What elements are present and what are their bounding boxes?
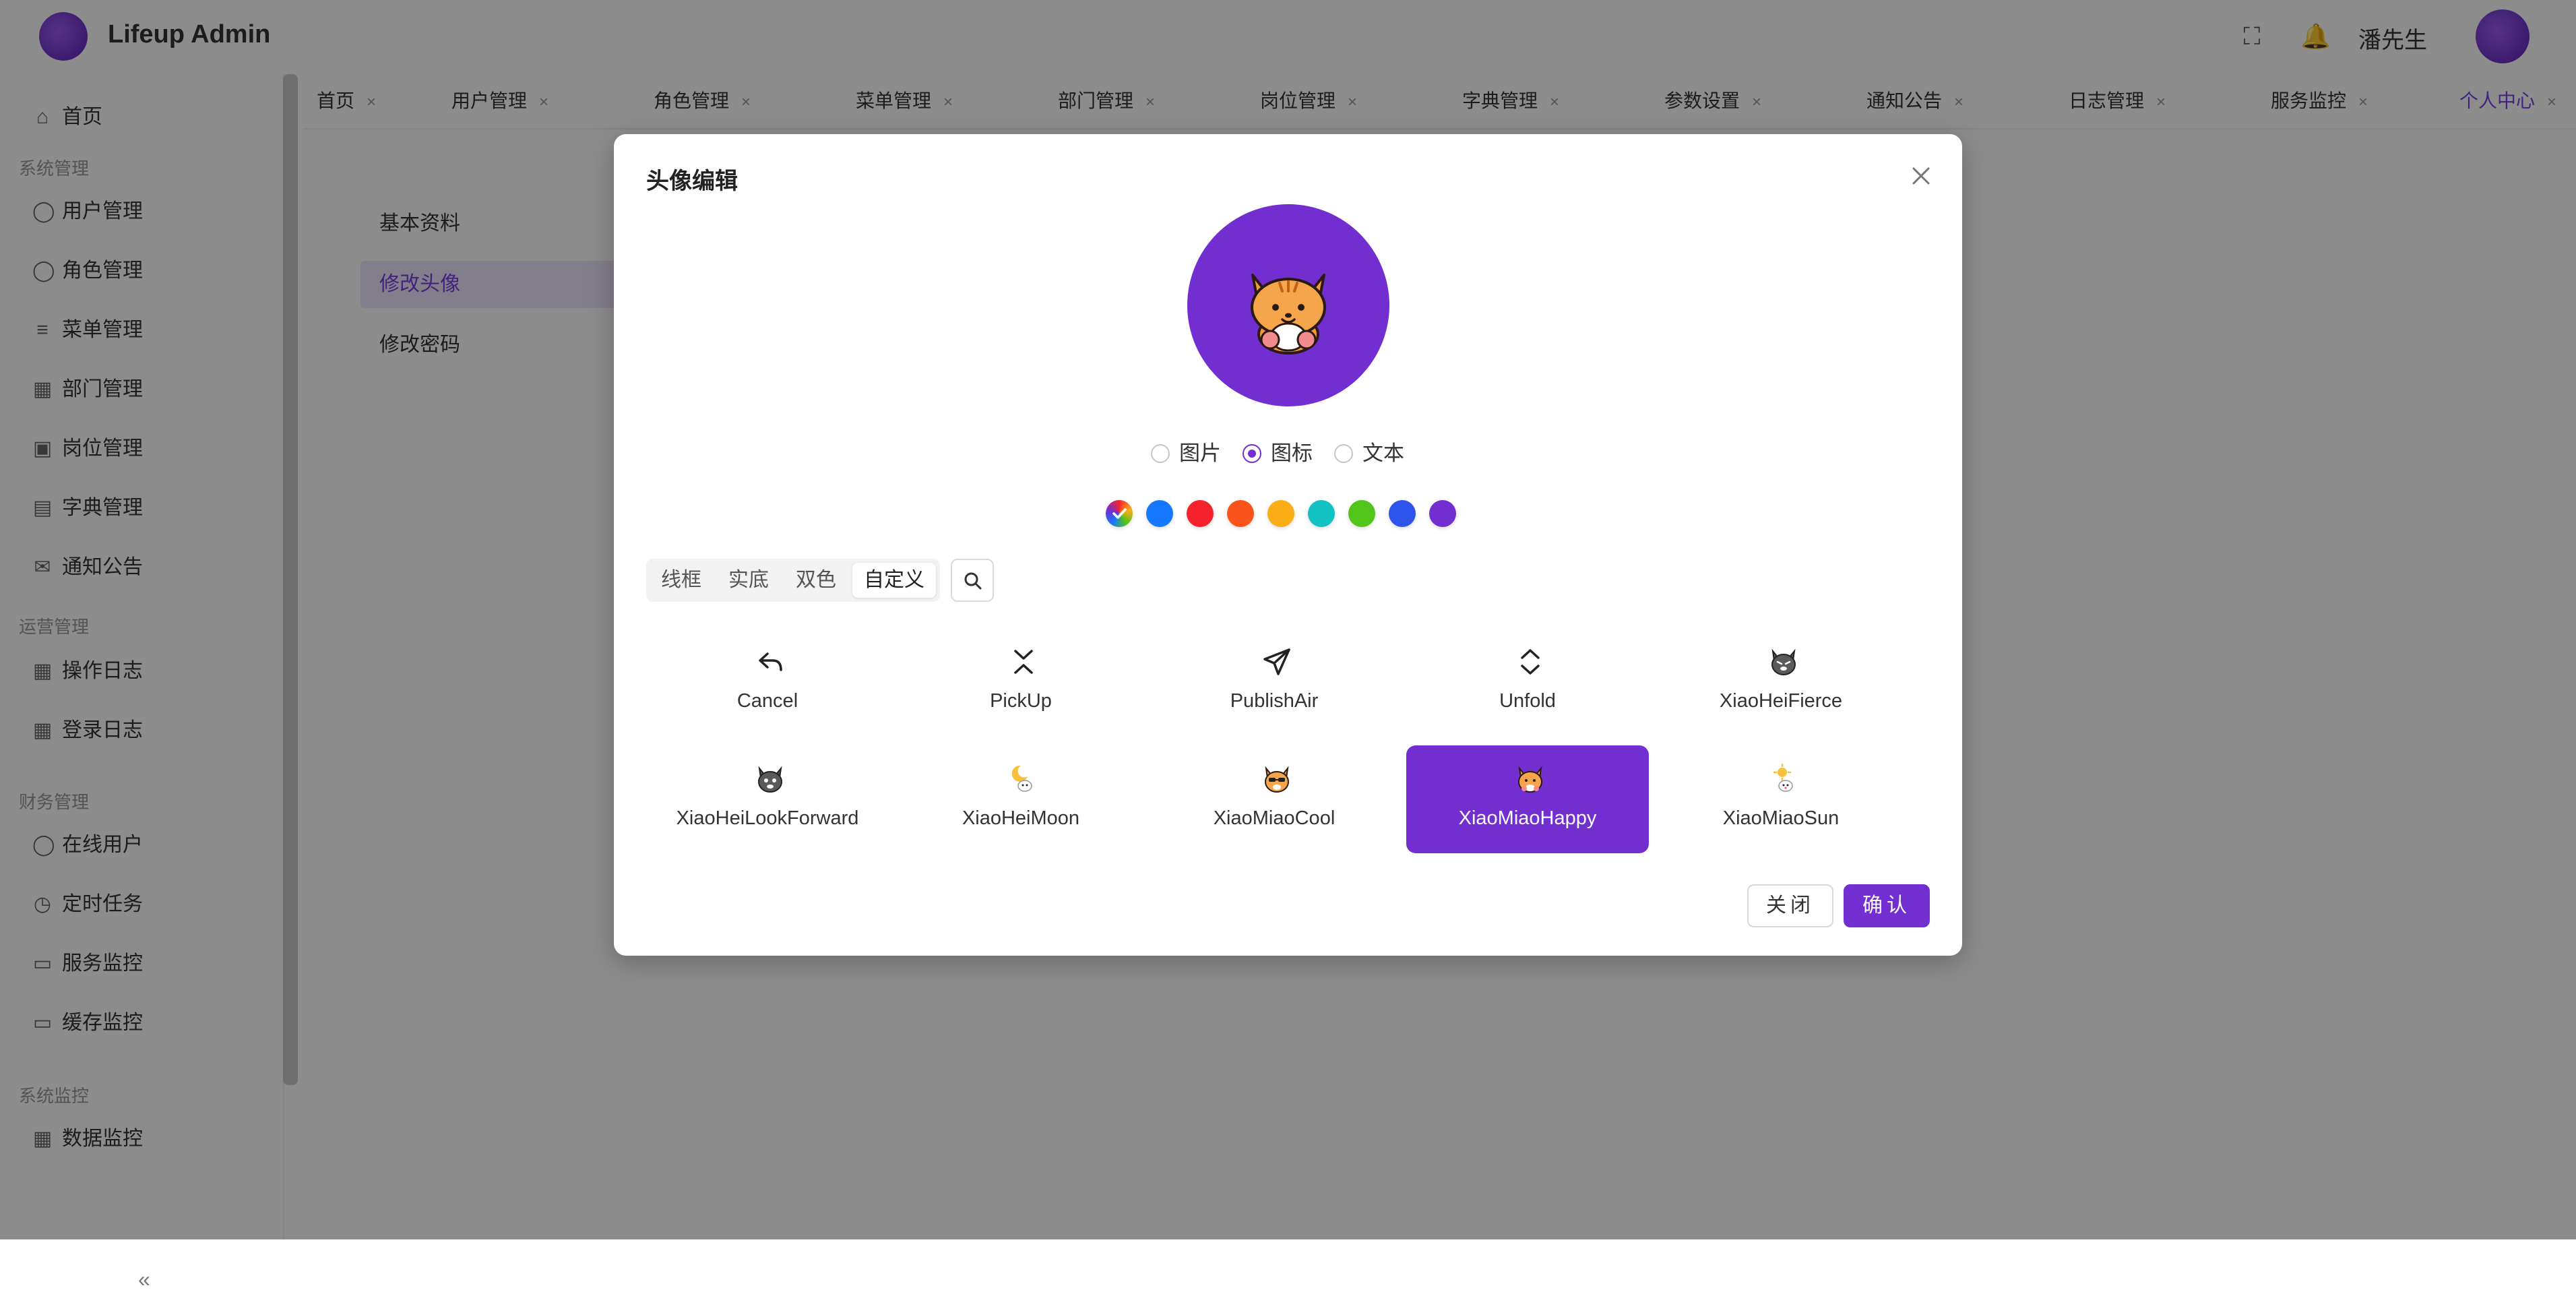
color-swatch[interactable] (1308, 500, 1335, 527)
icon-option-cancel[interactable]: Cancel (646, 628, 889, 736)
icon-option-unfold[interactable]: Unfold (1406, 628, 1649, 736)
check-icon (1112, 508, 1127, 519)
close-icon[interactable] (1908, 162, 1935, 189)
color-swatch[interactable] (1187, 500, 1214, 527)
publish-air-icon (1263, 648, 1290, 675)
icon-style-segmented: 线框 实底 双色 自定义 (646, 559, 940, 602)
radio-circle (1151, 444, 1170, 463)
icon-option-xiaomiaocool[interactable]: XiaoMiaoCool (1153, 745, 1395, 853)
close-button[interactable]: 关闭 (1747, 884, 1833, 927)
avatar-edit-modal: 头像编辑 图片 图标 文本 线框 实底 双色 自定义 Cancel PickUp… (614, 134, 1962, 956)
tabby-cat-cool-icon (1265, 766, 1289, 793)
icon-option-xiaoheimoon[interactable]: XiaoHeiMoon (900, 745, 1142, 853)
tabby-cat-happy-icon (1251, 274, 1326, 355)
custom-color-swatch[interactable] (1106, 500, 1133, 527)
icon-option-xiaomiaosun[interactable]: XiaoMiaoSun (1660, 745, 1902, 853)
icon-option-label: XiaoMiaoSun (1722, 807, 1840, 829)
icon-option-label: Unfold (1499, 690, 1556, 712)
icon-option-pickup[interactable]: PickUp (900, 628, 1142, 736)
icon-option-label: XiaoHeiFierce (1719, 690, 1843, 712)
cancel-icon (759, 652, 782, 671)
color-swatch[interactable] (1429, 500, 1456, 527)
icon-option-xiaoheilookforward[interactable]: XiaoHeiLookForward (646, 745, 889, 853)
black-cat-fierce-icon (1771, 648, 1796, 675)
segment-outline[interactable]: 线框 (650, 563, 712, 598)
color-swatch[interactable] (1267, 500, 1294, 527)
radio-circle-checked (1243, 444, 1261, 463)
icon-option-label: XiaoMiaoCool (1213, 807, 1336, 829)
segment-custom[interactable]: 自定义 (852, 563, 936, 598)
color-swatch[interactable] (1348, 500, 1375, 527)
icon-option-xiaoheifierce[interactable]: XiaoHeiFierce (1660, 628, 1902, 736)
color-swatch[interactable] (1389, 500, 1416, 527)
segment-twotone[interactable]: 双色 (785, 563, 847, 598)
icon-option-label: PublishAir (1230, 690, 1319, 712)
icon-option-label: Cancel (736, 690, 798, 712)
segment-filled[interactable]: 实底 (718, 563, 780, 598)
icon-option-label: XiaoHeiLookForward (676, 807, 859, 829)
pickup-icon (1014, 650, 1033, 674)
color-swatch[interactable] (1227, 500, 1254, 527)
color-swatch[interactable] (1146, 500, 1173, 527)
modal-title: 头像编辑 (646, 168, 738, 194)
black-cat-lookforward-icon (758, 766, 782, 793)
tabby-cat-happy-icon (1518, 766, 1542, 793)
black-cat-moon-icon (1011, 765, 1032, 792)
icon-search-button[interactable] (951, 559, 994, 602)
radio-circle (1334, 444, 1353, 463)
icon-option-label: XiaoMiaoHappy (1458, 807, 1597, 829)
confirm-button[interactable]: 确认 (1844, 884, 1930, 927)
search-icon (964, 572, 982, 590)
icon-option-label: PickUp (990, 690, 1052, 712)
icon-option-xiaomiaohappy-selected[interactable]: XiaoMiaoHappy (1406, 745, 1649, 853)
avatar-preview (1187, 204, 1389, 406)
collapse-sidebar-icon[interactable]: « (138, 1267, 150, 1292)
icon-option-publishair[interactable]: PublishAir (1153, 628, 1395, 736)
tabby-cat-sun-icon (1773, 763, 1793, 792)
unfold-icon (1521, 649, 1540, 675)
icon-option-label: XiaoHeiMoon (962, 807, 1080, 829)
